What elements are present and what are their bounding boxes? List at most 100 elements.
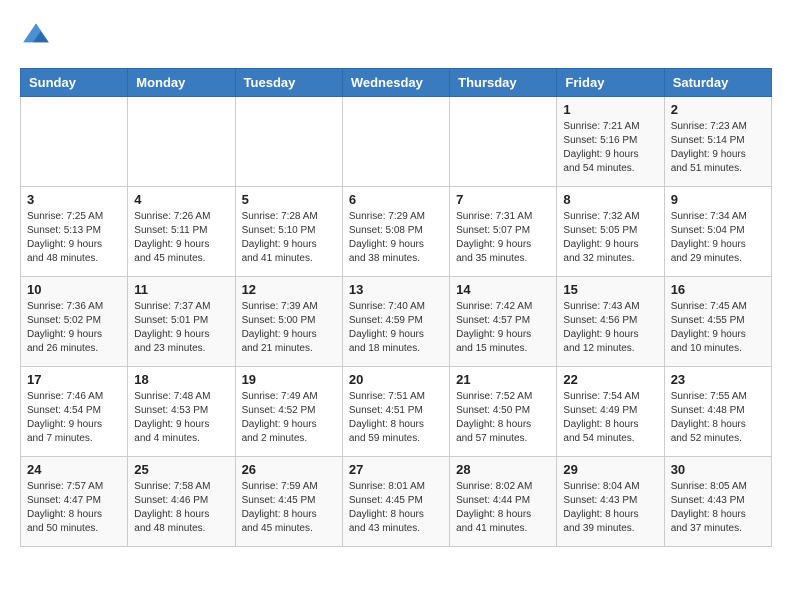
calendar-cell: 15 Sunrise: 7:43 AMSunset: 4:56 PMDayligh… (557, 277, 664, 367)
calendar-cell: 28 Sunrise: 8:02 AMSunset: 4:44 PMDayligh… (450, 457, 557, 547)
logo (20, 20, 56, 52)
calendar-cell: 30 Sunrise: 8:05 AMSunset: 4:43 PMDayligh… (664, 457, 771, 547)
day-info: Sunrise: 7:51 AMSunset: 4:51 PMDaylight:… (349, 390, 443, 446)
day-info: Sunrise: 7:52 AMSunset: 4:50 PMDaylight:… (456, 390, 550, 446)
weekday-header-sunday: Sunday (21, 69, 128, 97)
calendar-cell: 12Sunrise: 7:39 AMSunset: 5:00 PMDayligh… (235, 277, 342, 367)
day-number: 9 (671, 192, 765, 207)
weekday-header-tuesday: Tuesday (235, 69, 342, 97)
day-info: Sunrise: 7:36 AMSunset: 5:02 PMDaylight:… (27, 300, 121, 356)
calendar-cell (235, 97, 342, 187)
day-info: Sunrise: 7:55 AMSunset: 4:48 PMDaylight:… (671, 390, 765, 446)
day-info: Sunrise: 7:57 AMSunset: 4:47 PMDaylight:… (27, 480, 121, 536)
day-info: Sunrise: 7:34 AMSunset: 5:04 PMDaylight:… (671, 210, 765, 266)
calendar-cell: 13 Sunrise: 7:40 AMSunset: 4:59 PMDayligh… (342, 277, 449, 367)
day-number: 14 (456, 282, 550, 297)
calendar-table: SundayMondayTuesdayWednesdayThursdayFrid… (20, 68, 772, 547)
day-number: 23 (671, 372, 765, 387)
weekday-header-thursday: Thursday (450, 69, 557, 97)
day-number: 5 (242, 192, 336, 207)
weekday-header-wednesday: Wednesday (342, 69, 449, 97)
day-info: Sunrise: 7:45 AMSunset: 4:55 PMDaylight:… (671, 300, 765, 356)
calendar-cell: 19 Sunrise: 7:49 AMSunset: 4:52 PMDayligh… (235, 367, 342, 457)
day-info: Sunrise: 7:54 AMSunset: 4:49 PMDaylight:… (563, 390, 657, 446)
calendar-cell: 14 Sunrise: 7:42 AMSunset: 4:57 PMDayligh… (450, 277, 557, 367)
calendar-cell (342, 97, 449, 187)
day-info: Sunrise: 7:23 AMSunset: 5:14 PMDaylight:… (671, 120, 765, 176)
calendar-cell: 3Sunrise: 7:25 AMSunset: 5:13 PMDaylight… (21, 187, 128, 277)
day-number: 17 (27, 372, 121, 387)
calendar-cell: 5Sunrise: 7:28 AMSunset: 5:10 PMDaylight… (235, 187, 342, 277)
calendar-cell: 29 Sunrise: 8:04 AMSunset: 4:43 PMDayligh… (557, 457, 664, 547)
weekday-header-row: SundayMondayTuesdayWednesdayThursdayFrid… (21, 69, 772, 97)
day-info: Sunrise: 7:31 AMSunset: 5:07 PMDaylight:… (456, 210, 550, 266)
day-number: 10 (27, 282, 121, 297)
day-info: Sunrise: 7:29 AMSunset: 5:08 PMDaylight:… (349, 210, 443, 266)
day-number: 28 (456, 462, 550, 477)
calendar-cell: 17 Sunrise: 7:46 AMSunset: 4:54 PMDayligh… (21, 367, 128, 457)
day-info: Sunrise: 7:46 AMSunset: 4:54 PMDaylight:… (27, 390, 121, 446)
day-number: 30 (671, 462, 765, 477)
day-info: Sunrise: 7:21 AMSunset: 5:16 PMDaylight:… (563, 120, 657, 176)
calendar-cell: 22Sunrise: 7:54 AMSunset: 4:49 PMDayligh… (557, 367, 664, 457)
calendar-cell: 6Sunrise: 7:29 AMSunset: 5:08 PMDaylight… (342, 187, 449, 277)
day-info: Sunrise: 7:26 AMSunset: 5:11 PMDaylight:… (134, 210, 228, 266)
calendar-cell (21, 97, 128, 187)
day-number: 18 (134, 372, 228, 387)
calendar-week-row: 10 Sunrise: 7:36 AMSunset: 5:02 PMDayligh… (21, 277, 772, 367)
day-number: 24 (27, 462, 121, 477)
day-number: 25 (134, 462, 228, 477)
day-number: 27 (349, 462, 443, 477)
day-info: Sunrise: 8:05 AMSunset: 4:43 PMDaylight:… (671, 480, 765, 536)
day-number: 20 (349, 372, 443, 387)
day-info: Sunrise: 7:48 AMSunset: 4:53 PMDaylight:… (134, 390, 228, 446)
calendar-cell: 25 Sunrise: 7:58 AMSunset: 4:46 PMDayligh… (128, 457, 235, 547)
day-info: Sunrise: 7:49 AMSunset: 4:52 PMDaylight:… (242, 390, 336, 446)
day-info: Sunrise: 7:40 AMSunset: 4:59 PMDaylight:… (349, 300, 443, 356)
day-info: Sunrise: 8:01 AMSunset: 4:45 PMDaylight:… (349, 480, 443, 536)
day-number: 15 (563, 282, 657, 297)
day-info: Sunrise: 7:58 AMSunset: 4:46 PMDaylight:… (134, 480, 228, 536)
day-info: Sunrise: 8:02 AMSunset: 4:44 PMDaylight:… (456, 480, 550, 536)
calendar-cell: 9 Sunrise: 7:34 AMSunset: 5:04 PMDaylight… (664, 187, 771, 277)
day-number: 1 (563, 102, 657, 117)
calendar-cell: 20 Sunrise: 7:51 AMSunset: 4:51 PMDayligh… (342, 367, 449, 457)
weekday-header-friday: Friday (557, 69, 664, 97)
calendar-cell: 24 Sunrise: 7:57 AMSunset: 4:47 PMDayligh… (21, 457, 128, 547)
calendar-cell: 2 Sunrise: 7:23 AMSunset: 5:14 PMDaylight… (664, 97, 771, 187)
calendar-cell: 10 Sunrise: 7:36 AMSunset: 5:02 PMDayligh… (21, 277, 128, 367)
day-number: 21 (456, 372, 550, 387)
weekday-header-monday: Monday (128, 69, 235, 97)
day-number: 19 (242, 372, 336, 387)
calendar-cell: 18 Sunrise: 7:48 AMSunset: 4:53 PMDayligh… (128, 367, 235, 457)
day-number: 26 (242, 462, 336, 477)
calendar-cell: 27 Sunrise: 8:01 AMSunset: 4:45 PMDayligh… (342, 457, 449, 547)
calendar-week-row: 3Sunrise: 7:25 AMSunset: 5:13 PMDaylight… (21, 187, 772, 277)
day-info: Sunrise: 8:04 AMSunset: 4:43 PMDaylight:… (563, 480, 657, 536)
calendar-cell: 8 Sunrise: 7:32 AMSunset: 5:05 PMDaylight… (557, 187, 664, 277)
calendar-cell: 23 Sunrise: 7:55 AMSunset: 4:48 PMDayligh… (664, 367, 771, 457)
day-number: 11 (134, 282, 228, 297)
day-info: Sunrise: 7:37 AMSunset: 5:01 PMDaylight:… (134, 300, 228, 356)
logo-icon (20, 20, 52, 52)
day-info: Sunrise: 7:39 AMSunset: 5:00 PMDaylight:… (242, 300, 336, 356)
calendar-cell: 11 Sunrise: 7:37 AMSunset: 5:01 PMDayligh… (128, 277, 235, 367)
calendar-cell: 16 Sunrise: 7:45 AMSunset: 4:55 PMDayligh… (664, 277, 771, 367)
page-header (20, 20, 772, 52)
day-info: Sunrise: 7:43 AMSunset: 4:56 PMDaylight:… (563, 300, 657, 356)
day-info: Sunrise: 7:25 AMSunset: 5:13 PMDaylight:… (27, 210, 121, 266)
day-number: 16 (671, 282, 765, 297)
day-info: Sunrise: 7:42 AMSunset: 4:57 PMDaylight:… (456, 300, 550, 356)
calendar-cell: 21 Sunrise: 7:52 AMSunset: 4:50 PMDayligh… (450, 367, 557, 457)
calendar-cell: 7Sunrise: 7:31 AMSunset: 5:07 PMDaylight… (450, 187, 557, 277)
calendar-week-row: 1 Sunrise: 7:21 AMSunset: 5:16 PMDaylight… (21, 97, 772, 187)
day-info: Sunrise: 7:32 AMSunset: 5:05 PMDaylight:… (563, 210, 657, 266)
day-number: 8 (563, 192, 657, 207)
day-number: 2 (671, 102, 765, 117)
day-number: 13 (349, 282, 443, 297)
day-info: Sunrise: 7:59 AMSunset: 4:45 PMDaylight:… (242, 480, 336, 536)
calendar-cell: 1 Sunrise: 7:21 AMSunset: 5:16 PMDaylight… (557, 97, 664, 187)
calendar-cell: 26 Sunrise: 7:59 AMSunset: 4:45 PMDayligh… (235, 457, 342, 547)
day-number: 29 (563, 462, 657, 477)
calendar-week-row: 24 Sunrise: 7:57 AMSunset: 4:47 PMDayligh… (21, 457, 772, 547)
